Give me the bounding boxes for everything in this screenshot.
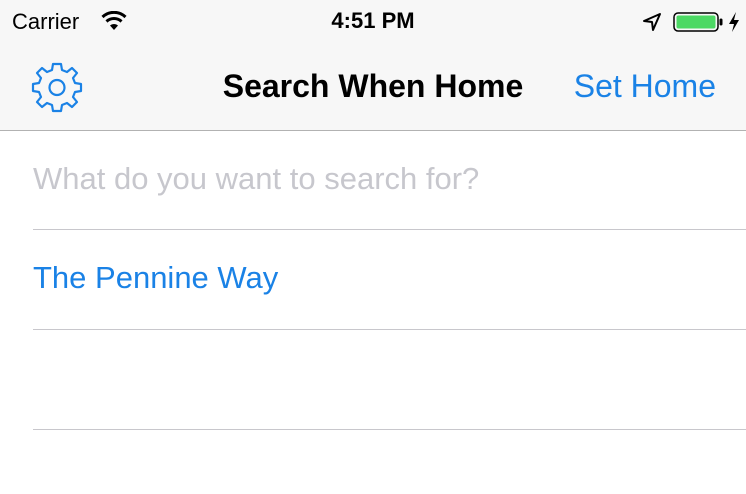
carrier-label: Carrier [12,9,80,34]
lightning-bolt-icon [729,12,739,32]
list-item-empty[interactable] [0,330,746,429]
gear-icon[interactable] [30,60,84,114]
row-divider [33,429,746,430]
navigation-bar: Search When Home Set Home [0,44,746,131]
search-input[interactable] [33,157,713,201]
wifi-icon [101,11,127,30]
location-arrow-icon [643,13,661,31]
list-item-label: The Pennine Way [33,260,279,295]
search-row [0,131,746,229]
list-item[interactable]: The Pennine Way [0,230,746,329]
set-home-button[interactable]: Set Home [574,68,716,105]
battery-icon [673,12,723,32]
status-bar: Carrier 4:51 PM [0,0,746,44]
